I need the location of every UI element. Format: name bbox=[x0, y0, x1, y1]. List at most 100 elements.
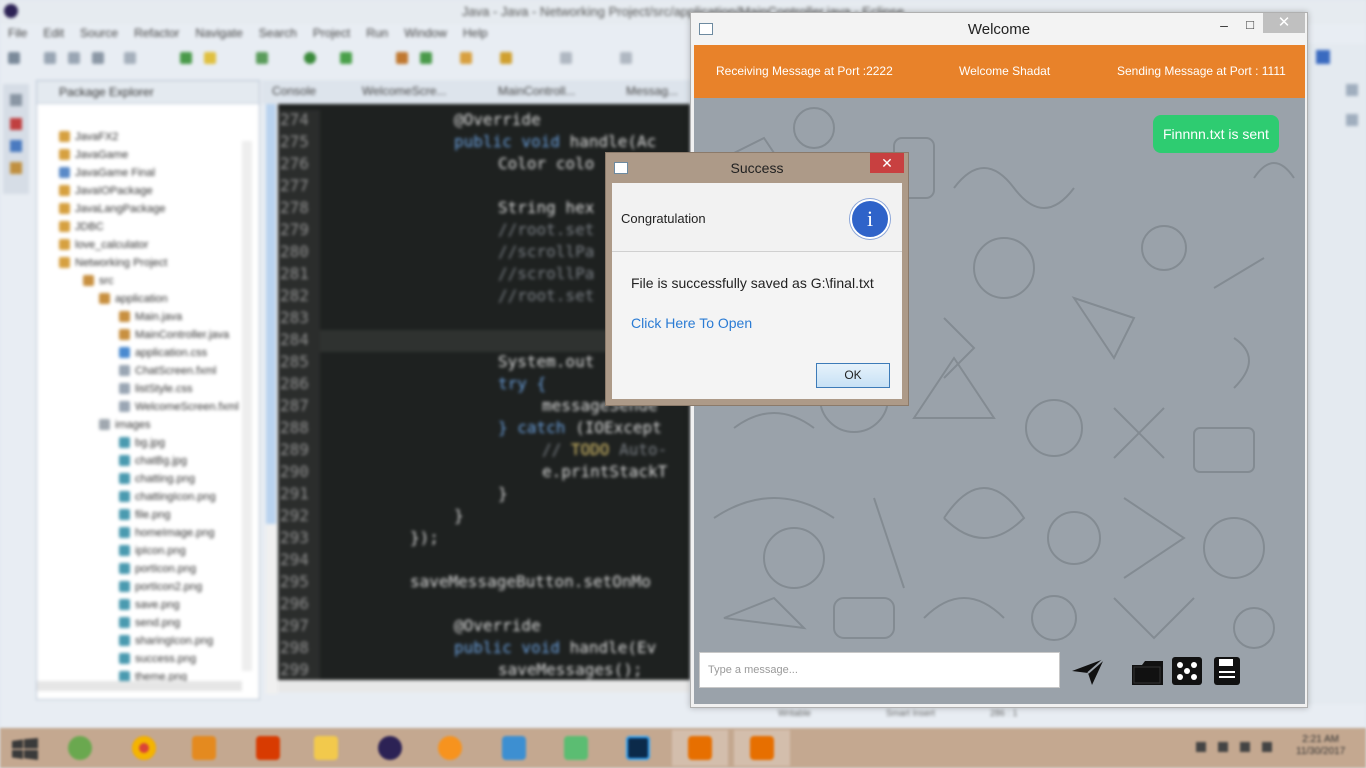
taskbar-photoshop[interactable] bbox=[610, 730, 666, 766]
junit-icon[interactable] bbox=[10, 118, 22, 130]
tab-console[interactable]: Console bbox=[272, 84, 316, 98]
tree-item[interactable]: JavaLangPackage bbox=[59, 203, 166, 215]
tree-item[interactable]: JavaIOPackage bbox=[59, 185, 153, 197]
tab-main-controller[interactable]: MainControll... bbox=[498, 84, 575, 98]
save-toolbar-icon[interactable] bbox=[44, 52, 56, 64]
taskbar-sublime[interactable] bbox=[176, 730, 232, 766]
task-view-icon[interactable] bbox=[1346, 114, 1358, 126]
tree-item[interactable]: JDBC bbox=[59, 221, 104, 233]
menu-help[interactable]: Help bbox=[463, 24, 488, 42]
menu-file[interactable]: File bbox=[8, 24, 27, 42]
tree-item[interactable]: save.png bbox=[119, 599, 180, 611]
taskbar-android-studio[interactable] bbox=[52, 730, 108, 766]
file-button[interactable] bbox=[1130, 655, 1166, 687]
restore-icon[interactable] bbox=[10, 94, 22, 106]
tree-item[interactable]: success.png bbox=[119, 653, 196, 665]
tree-item[interactable]: portIcon2.png bbox=[119, 581, 202, 593]
tree-item[interactable]: love_calculator bbox=[59, 239, 148, 251]
maximize-button[interactable]: □ bbox=[1237, 17, 1263, 37]
message-input[interactable] bbox=[699, 652, 1060, 688]
open-file-link[interactable]: Click Here To Open bbox=[631, 315, 752, 331]
taskbar-java-2[interactable] bbox=[734, 730, 790, 766]
menu-navigate[interactable]: Navigate bbox=[195, 24, 242, 42]
tree-item[interactable]: Main.java bbox=[119, 311, 182, 323]
menu-project[interactable]: Project bbox=[313, 24, 350, 42]
tree-item[interactable]: application.css bbox=[119, 347, 207, 359]
editor-scrollbar[interactable] bbox=[278, 680, 690, 692]
new-class-icon[interactable] bbox=[420, 52, 432, 64]
tree-item[interactable]: send.png bbox=[119, 617, 180, 629]
debug-icon[interactable] bbox=[256, 52, 268, 64]
volume-icon[interactable] bbox=[1262, 742, 1272, 752]
tree-item[interactable]: images bbox=[99, 419, 150, 431]
print-icon[interactable] bbox=[92, 52, 104, 64]
menu-search[interactable]: Search bbox=[259, 24, 297, 42]
annotation-icon[interactable] bbox=[560, 52, 572, 64]
tree-item[interactable]: ChatScreen.fxml bbox=[119, 365, 216, 377]
tree-item[interactable]: MainController.java bbox=[119, 329, 229, 341]
tree-item[interactable]: application bbox=[99, 293, 168, 305]
start-button[interactable] bbox=[0, 730, 56, 766]
tab-welcome-screen[interactable]: WelcomeScre... bbox=[362, 84, 446, 98]
taskbar-chrome[interactable] bbox=[116, 730, 172, 766]
external-tools-icon[interactable] bbox=[340, 52, 352, 64]
pin-icon[interactable] bbox=[180, 52, 192, 64]
hierarchy-icon[interactable] bbox=[10, 140, 22, 152]
tree-item[interactable]: chattingIcon.png bbox=[119, 491, 216, 503]
tree-item[interactable]: JavaFX2 bbox=[59, 131, 118, 143]
tree-item[interactable]: JavaGame bbox=[59, 149, 128, 161]
dialog-close-button[interactable]: ✕ bbox=[870, 153, 904, 173]
search-toolbar-icon[interactable] bbox=[500, 52, 512, 64]
close-button[interactable]: ✕ bbox=[1263, 13, 1305, 33]
battery-icon[interactable] bbox=[1240, 742, 1250, 752]
taskbar-app[interactable] bbox=[486, 730, 542, 766]
new-icon[interactable] bbox=[8, 52, 20, 64]
menu-source[interactable]: Source bbox=[80, 24, 118, 42]
tree-item[interactable]: bg.jpg bbox=[119, 437, 165, 449]
tree-item[interactable]: WelcomeScreen.fxml bbox=[119, 401, 239, 413]
menu-run[interactable]: Run bbox=[366, 24, 388, 42]
highlight-icon[interactable] bbox=[204, 52, 216, 64]
send-button[interactable] bbox=[1070, 655, 1106, 687]
tree-item[interactable]: sharingIcon.png bbox=[119, 635, 213, 647]
tree-item[interactable]: listStyle.css bbox=[119, 383, 192, 395]
tab-message[interactable]: Messag... bbox=[626, 84, 678, 98]
tray-clock[interactable]: 2:21 AM 11/30/2017 bbox=[1296, 734, 1345, 758]
outline-view-icon[interactable] bbox=[1346, 84, 1358, 96]
minimize-button[interactable]: – bbox=[1211, 17, 1237, 37]
new-java-project-icon[interactable] bbox=[396, 52, 408, 64]
vertical-scrollbar[interactable] bbox=[242, 141, 252, 671]
taskbar-paint[interactable] bbox=[548, 730, 604, 766]
ok-button[interactable]: OK bbox=[816, 363, 890, 388]
media-button[interactable] bbox=[1170, 655, 1206, 687]
run-icon[interactable] bbox=[304, 52, 316, 64]
tree-item[interactable]: chatting.png bbox=[119, 473, 195, 485]
package-explorer-tab[interactable]: Package Explorer bbox=[37, 81, 259, 104]
taskbar-firefox[interactable] bbox=[422, 730, 478, 766]
back-icon[interactable] bbox=[620, 52, 632, 64]
taskbar-office[interactable] bbox=[240, 730, 296, 766]
tree-item[interactable]: chatBg.jpg bbox=[119, 455, 187, 467]
tree-item[interactable]: src bbox=[83, 275, 114, 287]
taskbar-explorer[interactable] bbox=[298, 730, 354, 766]
tray-arrow-icon[interactable] bbox=[1196, 742, 1206, 752]
taskbar-eclipse[interactable] bbox=[362, 730, 418, 766]
horizontal-scrollbar[interactable] bbox=[37, 681, 242, 691]
tree-item[interactable]: Networking Project bbox=[59, 257, 167, 269]
menu-edit[interactable]: Edit bbox=[43, 24, 64, 42]
perspective-icon[interactable] bbox=[1316, 50, 1330, 64]
tree-item[interactable]: portIcon.png bbox=[119, 563, 196, 575]
tree-item[interactable]: homeImage.png bbox=[119, 527, 215, 539]
outline-icon[interactable] bbox=[10, 162, 22, 174]
tree-item[interactable]: JavaGame Final bbox=[59, 167, 155, 179]
toolbar-icon[interactable] bbox=[124, 52, 136, 64]
menu-window[interactable]: Window bbox=[404, 24, 447, 42]
save-messages-button[interactable] bbox=[1210, 655, 1246, 687]
menu-refactor[interactable]: Refactor bbox=[134, 24, 179, 42]
tree-item[interactable]: file.png bbox=[119, 509, 170, 521]
save-all-icon[interactable] bbox=[68, 52, 80, 64]
open-type-icon[interactable] bbox=[460, 52, 472, 64]
network-icon[interactable] bbox=[1218, 742, 1228, 752]
taskbar-java-1[interactable] bbox=[672, 730, 728, 766]
tree-item[interactable]: ipIcon.png bbox=[119, 545, 186, 557]
